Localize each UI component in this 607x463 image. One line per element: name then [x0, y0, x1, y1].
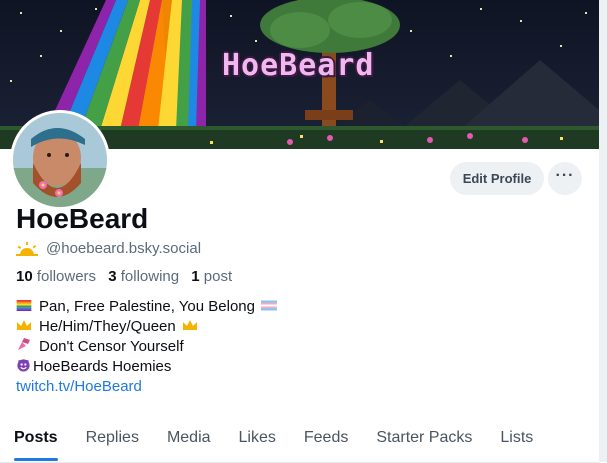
tab-label: Media — [166, 429, 211, 446]
tab-replies[interactable]: Replies — [72, 415, 153, 461]
avatar[interactable] — [10, 110, 110, 210]
tab-label: Replies — [85, 429, 139, 446]
posts-count-stat: 1 post — [191, 268, 232, 285]
tab-label: Feeds — [303, 429, 349, 446]
bio-text-2: He/Him/They/Queen — [39, 318, 176, 335]
display-name: HoeBeard — [16, 203, 149, 234]
tab-lists[interactable]: Lists — [486, 415, 547, 461]
tab-label: Likes — [238, 429, 276, 446]
banner-title: HoeBeard — [222, 48, 375, 83]
bio-line: He/Him/They/Queen — [16, 317, 284, 337]
twitch-link[interactable]: twitch.tv/HoeBeard — [16, 377, 142, 397]
tab-starter-packs[interactable]: Starter Packs — [362, 415, 486, 461]
page-edge — [599, 0, 607, 462]
tab-label: Posts — [14, 429, 58, 446]
profile-stats: 10 followers 3 following 1 post — [16, 268, 232, 285]
tab-media[interactable]: Media — [153, 415, 225, 461]
tab-label: Lists — [500, 429, 534, 446]
smiling-devil-icon — [16, 357, 31, 378]
handle-row: @hoebeard.bsky.social — [16, 240, 201, 257]
crown-icon — [16, 317, 34, 337]
tab-feeds[interactable]: Feeds — [290, 415, 362, 461]
tab-label: Starter Packs — [376, 429, 473, 446]
crown-icon — [182, 317, 200, 337]
followers-count: 10 — [16, 268, 33, 285]
avatar-photo — [13, 113, 107, 207]
nail-polish-icon — [16, 336, 34, 358]
followers-link[interactable]: 10 followers — [16, 268, 96, 285]
bio-line: Pan, Free Palestine, You Belong — [16, 297, 284, 317]
bio-line: HoeBeards Hoemies — [16, 357, 284, 377]
rainbow-flag-icon — [16, 297, 34, 317]
profile-bio: Pan, Free Palestine, You Belong He/Him/T… — [16, 297, 284, 397]
posts-count: 1 — [191, 268, 200, 285]
tab-posts[interactable]: Posts — [0, 415, 72, 461]
tab-likes[interactable]: Likes — [225, 415, 290, 461]
profile-tabs: Posts Replies Media Likes Feeds Starter … — [0, 415, 599, 463]
trans-flag-icon — [261, 297, 279, 317]
following-count: 3 — [108, 268, 117, 285]
following-label: following — [120, 268, 180, 285]
more-options-button[interactable]: ··· — [548, 162, 582, 195]
sun-icon — [16, 241, 38, 256]
bio-text-3: Don't Censor Yourself — [39, 338, 184, 355]
posts-label: post — [203, 268, 233, 285]
followers-label: followers — [36, 268, 97, 285]
following-link[interactable]: 3 following — [108, 268, 179, 285]
bio-line: Don't Censor Yourself — [16, 337, 284, 357]
bio-text-4: HoeBeards Hoemies — [33, 358, 172, 375]
bio-line: twitch.tv/HoeBeard — [16, 377, 284, 397]
handle[interactable]: @hoebeard.bsky.social — [46, 240, 201, 257]
edit-profile-button[interactable]: Edit Profile — [450, 162, 544, 195]
bio-text-1: Pan, Free Palestine, You Belong — [39, 298, 255, 315]
more-dots-icon: ··· — [555, 166, 575, 184]
